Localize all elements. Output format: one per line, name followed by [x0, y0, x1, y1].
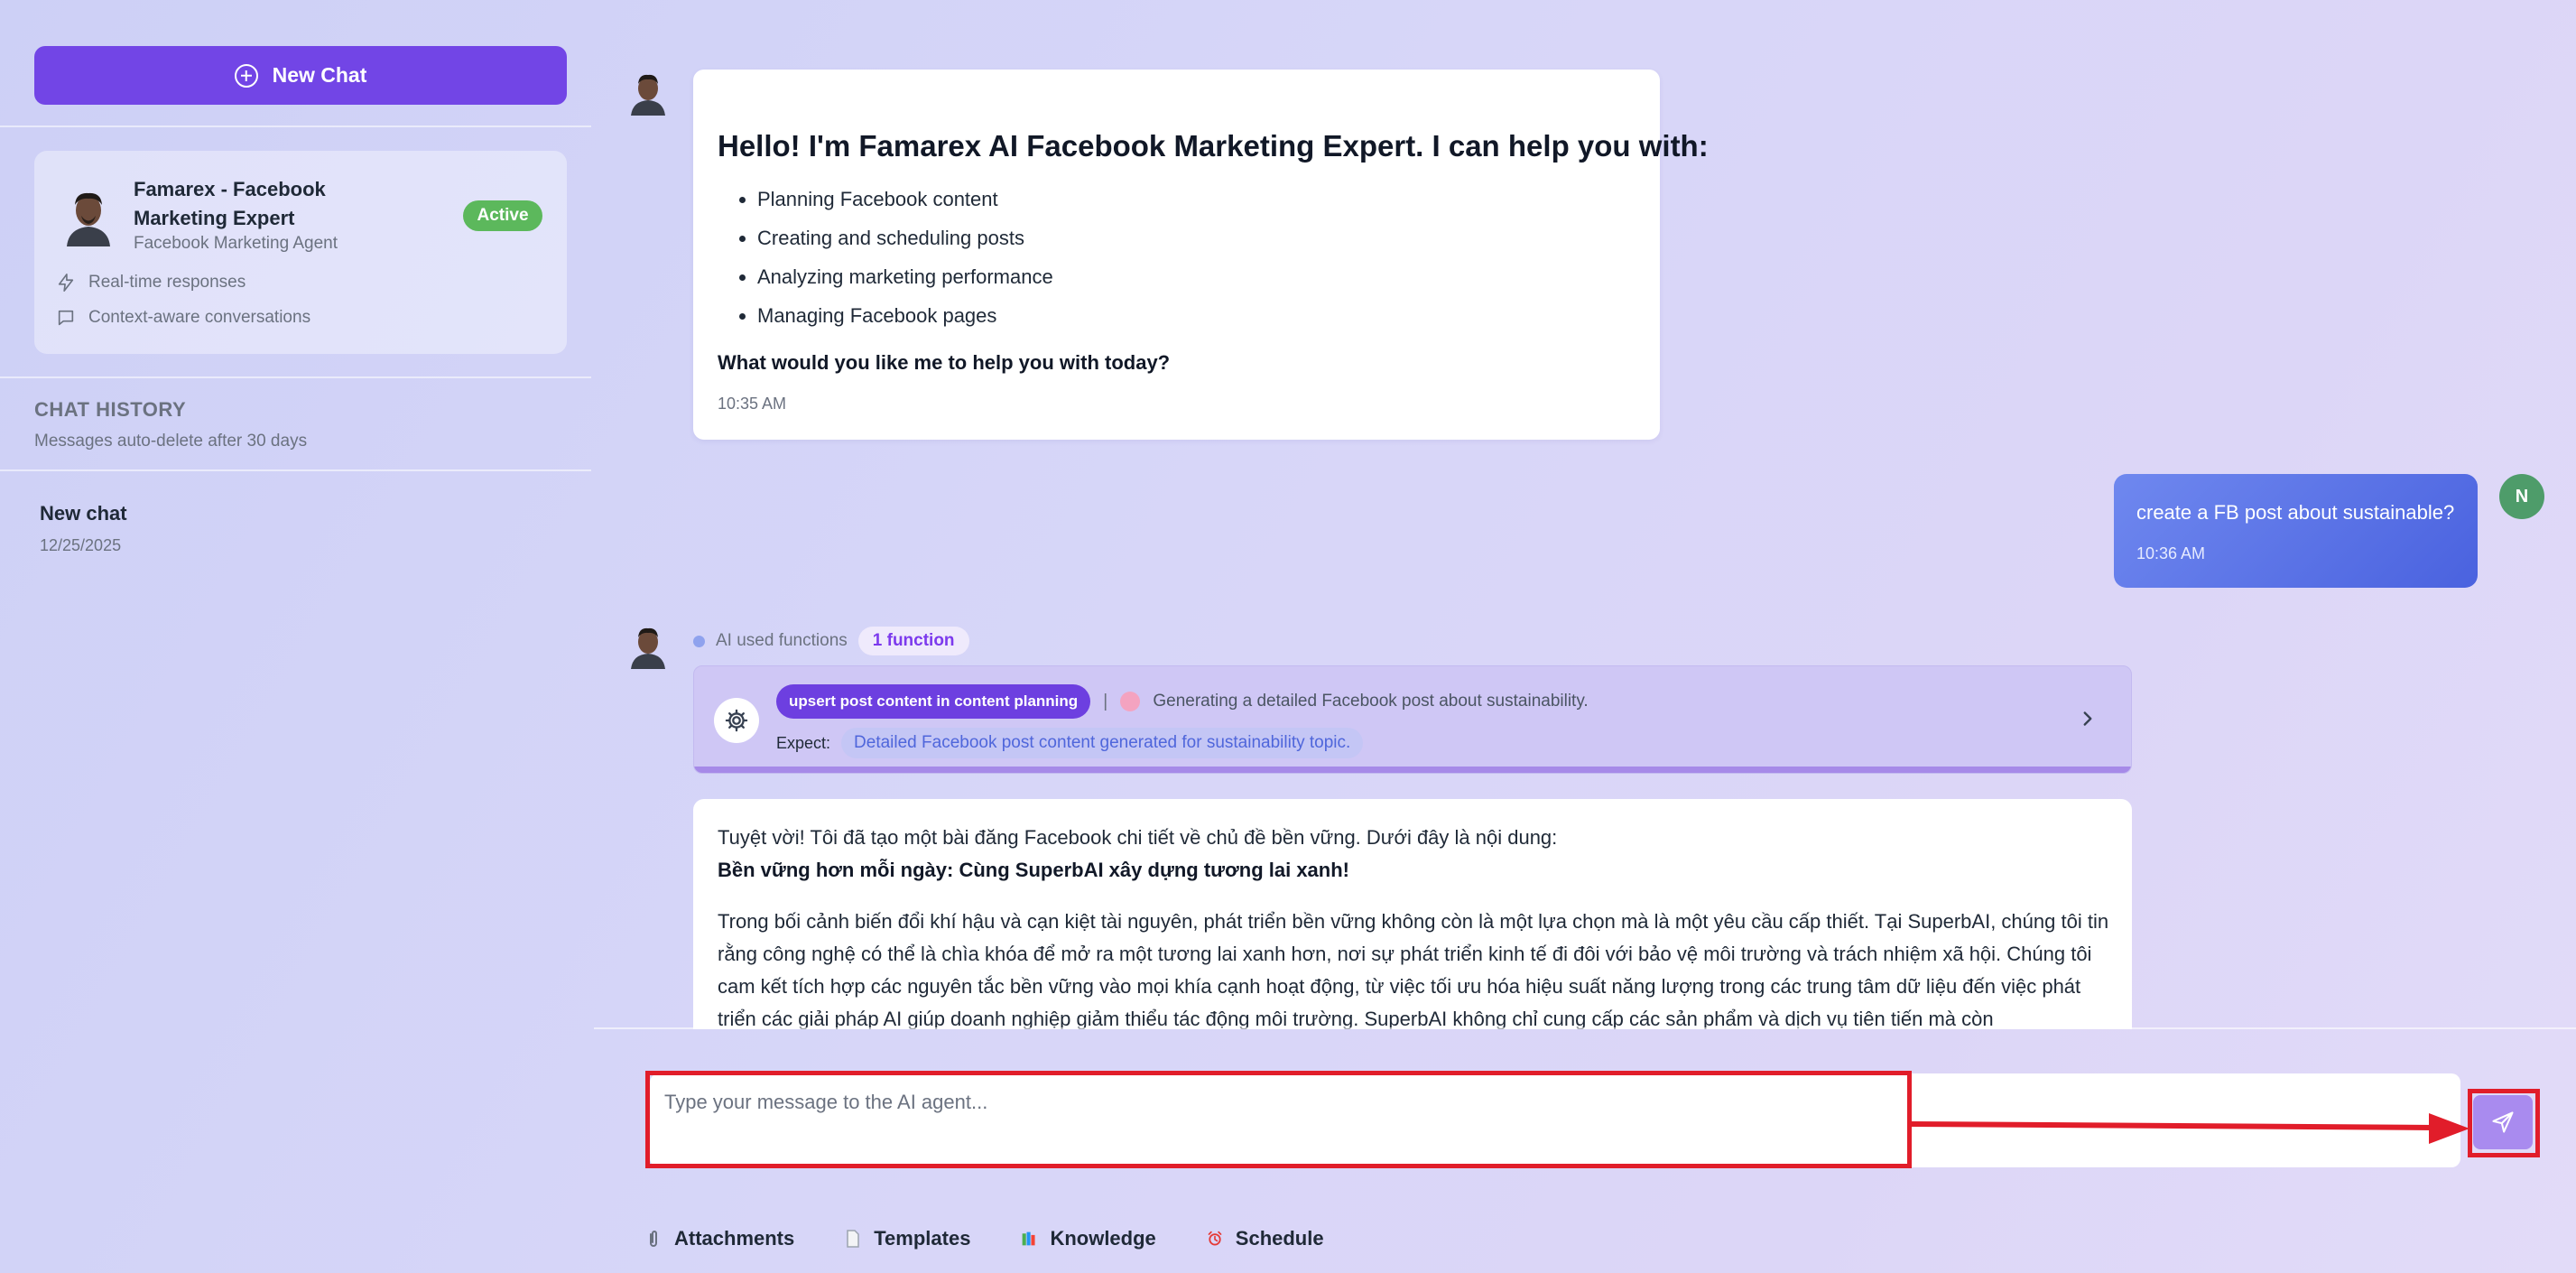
- user-message: create a FB post about sustainable? 10:3…: [2114, 474, 2478, 588]
- agent-name: Famarex - Facebook Marketing Expert: [134, 178, 326, 229]
- function-expect-row: Expect: Detailed Facebook post content g…: [776, 728, 1364, 758]
- schedule-label: Schedule: [1235, 1227, 1324, 1250]
- chat-history-title: CHAT HISTORY: [34, 398, 187, 421]
- chat-history-note: Messages auto-delete after 30 days: [34, 432, 308, 451]
- function-label: AI used functions: [716, 631, 848, 650]
- function-row: upsert post content in content planning …: [776, 684, 1589, 719]
- alarm-clock-icon: [1208, 1231, 1222, 1246]
- agent-subtitle: Facebook Marketing Agent: [134, 234, 338, 253]
- function-header: AI used functions 1 function: [693, 627, 969, 655]
- paperclip-icon: [650, 1231, 657, 1247]
- user-message-text: create a FB post about sustainable?: [2136, 501, 2455, 524]
- list-item: Analyzing marketing performance: [757, 257, 1053, 296]
- chat-history-item-date: 12/25/2025: [40, 536, 122, 554]
- function-name-badge: upsert post content in content planning: [776, 684, 1091, 719]
- message-timestamp: 10:36 AM: [2136, 544, 2206, 562]
- lightning-icon: [58, 274, 74, 292]
- message-input-container: [650, 1073, 2460, 1167]
- new-chat-button[interactable]: New Chat: [34, 46, 567, 105]
- plus-circle-icon: [234, 63, 258, 88]
- knowledge-label: Knowledge: [1050, 1227, 1156, 1250]
- function-card-bar: [694, 767, 2131, 773]
- response-intro: Tuyệt vời! Tôi đã tạo một bài đăng Faceb…: [718, 826, 1558, 849]
- function-separator: |: [1103, 691, 1108, 711]
- send-icon: [2492, 1111, 2514, 1133]
- input-divider: [594, 1027, 2576, 1029]
- message-timestamp: 10:35 AM: [718, 395, 787, 413]
- response-headline: Bền vững hơn mỗi ngày: Cùng SuperbAI xây…: [718, 859, 1349, 881]
- feature-label: Context-aware conversations: [88, 308, 311, 327]
- feature-realtime: Real-time responses: [56, 273, 246, 293]
- templates-button[interactable]: Templates: [845, 1227, 970, 1250]
- status-dot-icon: [693, 635, 705, 647]
- document-icon: [847, 1230, 859, 1248]
- feature-label: Real-time responses: [88, 273, 246, 292]
- list-item: Managing Facebook pages: [757, 296, 1053, 335]
- user-avatar: N: [2499, 474, 2544, 519]
- chat-area: Hello! I'm Famarex AI Facebook Marketing…: [600, 0, 2576, 1029]
- templates-label: Templates: [874, 1227, 971, 1250]
- attachments-label: Attachments: [674, 1227, 795, 1250]
- input-toolbar: Attachments Templates Knowledge Schedule: [645, 1227, 1324, 1250]
- knowledge-button[interactable]: Knowledge: [1021, 1227, 1156, 1250]
- function-call-card[interactable]: upsert post content in content planning …: [693, 665, 2132, 774]
- sidebar-divider: [0, 376, 591, 378]
- status-badge: Active: [463, 200, 542, 231]
- function-description: Generating a detailed Facebook post abou…: [1153, 692, 1589, 711]
- chat-history-item-title: New chat: [40, 502, 127, 525]
- brain-icon: [1120, 692, 1141, 711]
- gear-icon: [714, 698, 759, 743]
- list-item: Creating and scheduling posts: [757, 218, 1053, 257]
- sidebar-divider: [0, 469, 591, 471]
- chat-history-item[interactable]: New chat 12/25/2025: [40, 502, 545, 565]
- bot-avatar: [631, 627, 665, 669]
- chevron-right-icon[interactable]: [2076, 707, 2099, 730]
- chat-bubble-icon: [58, 310, 74, 326]
- function-count-badge: 1 function: [857, 627, 969, 655]
- expect-label: Expect:: [776, 733, 831, 752]
- greeting-question: What would you like me to help you with …: [718, 351, 1171, 374]
- message-input[interactable]: [650, 1073, 1904, 1167]
- ai-response-message: Tuyệt vời! Tôi đã tạo một bài đăng Faceb…: [693, 799, 2132, 1029]
- agent-card: Famarex - Facebook Marketing Expert Face…: [34, 151, 567, 354]
- send-button[interactable]: [2473, 1095, 2533, 1149]
- bot-avatar: [631, 74, 665, 116]
- schedule-button[interactable]: Schedule: [1207, 1227, 1324, 1250]
- feature-context: Context-aware conversations: [56, 308, 310, 328]
- greeting-list: Planning Facebook content Creating and s…: [718, 180, 1053, 335]
- list-item: Planning Facebook content: [757, 180, 1053, 218]
- sidebar: New Chat Famarex - Facebook Marketing Ex…: [0, 0, 600, 1273]
- agent-avatar: [67, 192, 110, 246]
- greeting-title: Hello! I'm Famarex AI Facebook Marketing…: [718, 129, 1709, 163]
- sidebar-divider: [0, 125, 591, 127]
- expect-value: Detailed Facebook post content generated…: [841, 728, 1364, 758]
- books-icon: [1023, 1231, 1035, 1246]
- new-chat-label: New Chat: [272, 63, 367, 87]
- attachments-button[interactable]: Attachments: [645, 1227, 794, 1250]
- response-paragraph: Trong bối cảnh biến đổi khí hậu và cạn k…: [718, 910, 2109, 1029]
- greeting-message: Hello! I'm Famarex AI Facebook Marketing…: [693, 70, 1709, 440]
